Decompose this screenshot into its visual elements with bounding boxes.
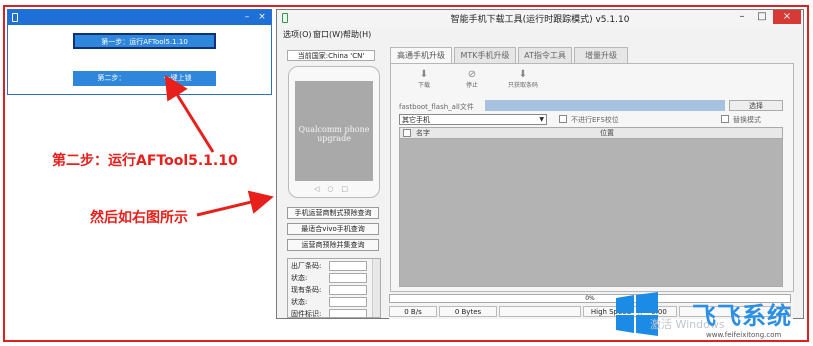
mini-tool-window: – × 第一步：运行AFTool5.1.10 第二步： 一键上锁 bbox=[7, 9, 272, 95]
no-efs-label: 不进行EFS校位 bbox=[571, 116, 619, 124]
phone-screen-line2: upgrade bbox=[317, 134, 351, 143]
tab-incremental[interactable]: 增量升级 bbox=[574, 47, 628, 63]
phone-screen-line1: Qualcomm phone bbox=[298, 125, 370, 134]
menu-bar: 选项(O) 窗口(W) 帮助(H) bbox=[277, 27, 803, 41]
firmware-id-field[interactable] bbox=[329, 309, 367, 317]
watermark-brand: 飞飞系统 bbox=[692, 302, 792, 330]
tab-mtk[interactable]: MTK手机升级 bbox=[454, 47, 516, 63]
maximize-icon[interactable]: □ bbox=[753, 10, 771, 24]
vivo-query-button[interactable]: 最适合vivo手机查询 bbox=[287, 223, 379, 235]
fetch-icon: ⬇ bbox=[518, 69, 528, 80]
stop-button[interactable]: ⊘ 停止 bbox=[459, 69, 485, 89]
close-icon[interactable]: × bbox=[773, 10, 801, 24]
annotation-step2: 第二步：运行AFTool5.1.10 bbox=[52, 153, 238, 169]
stop-label: 停止 bbox=[465, 82, 478, 89]
carrier-union-button[interactable]: 运营商预除并集查询 bbox=[287, 239, 379, 251]
replace-mode-checkbox[interactable] bbox=[721, 115, 729, 123]
window-title: 智能手机下载工具(运行时跟踪模式) v5.1.10 bbox=[450, 15, 630, 25]
carrier-query-button[interactable]: 手机运营商制式预除查询 bbox=[287, 207, 379, 219]
download-button[interactable]: ⬇ 下载 bbox=[411, 69, 437, 89]
speed-cell: 0 B/s bbox=[389, 306, 437, 317]
main-tool-window: 智能手机下载工具(运行时跟踪模式) v5.1.10 – □ × 选项(O) 窗口… bbox=[276, 9, 804, 319]
main-title-bar[interactable]: 智能手机下载工具(运行时跟踪模式) v5.1.10 – □ × bbox=[277, 10, 803, 27]
grid-header: 名字 位置 bbox=[400, 128, 782, 139]
fetch-label: 只获取条码 bbox=[507, 82, 538, 89]
menu-help[interactable]: 帮助(H) bbox=[343, 29, 371, 40]
mini-title-bar[interactable]: – × bbox=[8, 10, 271, 25]
file-list-grid[interactable]: 名字 位置 bbox=[399, 127, 783, 287]
info-label: 固件标识: bbox=[291, 310, 322, 318]
fetch-code-button[interactable]: ⬇ 只获取条码 bbox=[501, 69, 545, 89]
step2-button[interactable]: 第二步： 一键上锁 bbox=[73, 71, 216, 86]
info-label: 现有条码: bbox=[291, 286, 322, 294]
phone-app-icon bbox=[12, 13, 18, 22]
model-select-value: 其它手机 bbox=[402, 116, 430, 124]
model-select[interactable]: 其它手机 ▼ bbox=[399, 114, 547, 125]
phone-screen: Qualcomm phone upgrade bbox=[295, 81, 373, 181]
menu-window[interactable]: 窗口(W) bbox=[313, 29, 343, 40]
fastboot-path-input[interactable] bbox=[485, 100, 725, 111]
bytes-cell: 0 Bytes bbox=[439, 306, 497, 317]
info-label: 状态: bbox=[291, 298, 308, 306]
phone-buttons-icon: ◁○□ bbox=[313, 185, 357, 193]
step1-button[interactable]: 第一步：运行AFTool5.1.10 bbox=[73, 33, 216, 49]
replace-mode-label: 替换模式 bbox=[733, 116, 761, 124]
info-scrollbar[interactable] bbox=[372, 259, 380, 317]
chevron-down-icon: ▼ bbox=[539, 116, 544, 123]
country-label: 当前国家:China 'CN' bbox=[287, 50, 375, 61]
tab-qualcomm[interactable]: 高通手机升级 bbox=[390, 47, 452, 63]
device-info-panel: 出厂条码: 状态: 现有条码: 状态: 固件标识: bbox=[287, 258, 381, 318]
select-all-checkbox[interactable] bbox=[403, 129, 411, 137]
download-icon: ⬇ bbox=[419, 69, 429, 80]
grid-header-name[interactable]: 名字 bbox=[416, 128, 430, 139]
minimize-icon[interactable]: – bbox=[240, 10, 254, 25]
info-label: 出厂条码: bbox=[291, 262, 322, 270]
qualcomm-upgrade-panel: ⬇ 下载 ⊘ 停止 ⬇ 只获取条码 fastboot_flash_all文件 选… bbox=[390, 63, 794, 292]
no-efs-checkbox[interactable] bbox=[559, 115, 567, 123]
current-code-field[interactable] bbox=[329, 285, 367, 295]
download-label: 下载 bbox=[417, 82, 430, 89]
minimize-icon[interactable]: – bbox=[733, 10, 751, 24]
grid-header-location[interactable]: 位置 bbox=[600, 128, 614, 139]
tab-at-command[interactable]: AT指令工具 bbox=[518, 47, 572, 63]
step2-label: 第二步： bbox=[97, 74, 126, 82]
menu-options[interactable]: 选项(O) bbox=[283, 29, 312, 40]
fastboot-label: fastboot_flash_all文件 bbox=[399, 103, 474, 111]
factory-code-field[interactable] bbox=[329, 261, 367, 271]
progress-text: 0% bbox=[585, 295, 595, 302]
browse-button[interactable]: 选择 bbox=[729, 100, 783, 111]
blank-cell bbox=[499, 306, 581, 317]
stop-icon: ⊘ bbox=[467, 69, 477, 80]
status-field-2[interactable] bbox=[329, 297, 367, 307]
step2-suffix: 一键上锁 bbox=[163, 74, 192, 82]
annotation-then: 然后如右图所示 bbox=[90, 210, 188, 226]
status-field[interactable] bbox=[329, 273, 367, 283]
info-label: 状态: bbox=[291, 274, 308, 282]
close-icon[interactable]: × bbox=[255, 10, 269, 25]
watermark-url: www.feifeixitong.com bbox=[706, 331, 782, 339]
phone-image: Qualcomm phone upgrade ◁○□ bbox=[288, 66, 380, 198]
